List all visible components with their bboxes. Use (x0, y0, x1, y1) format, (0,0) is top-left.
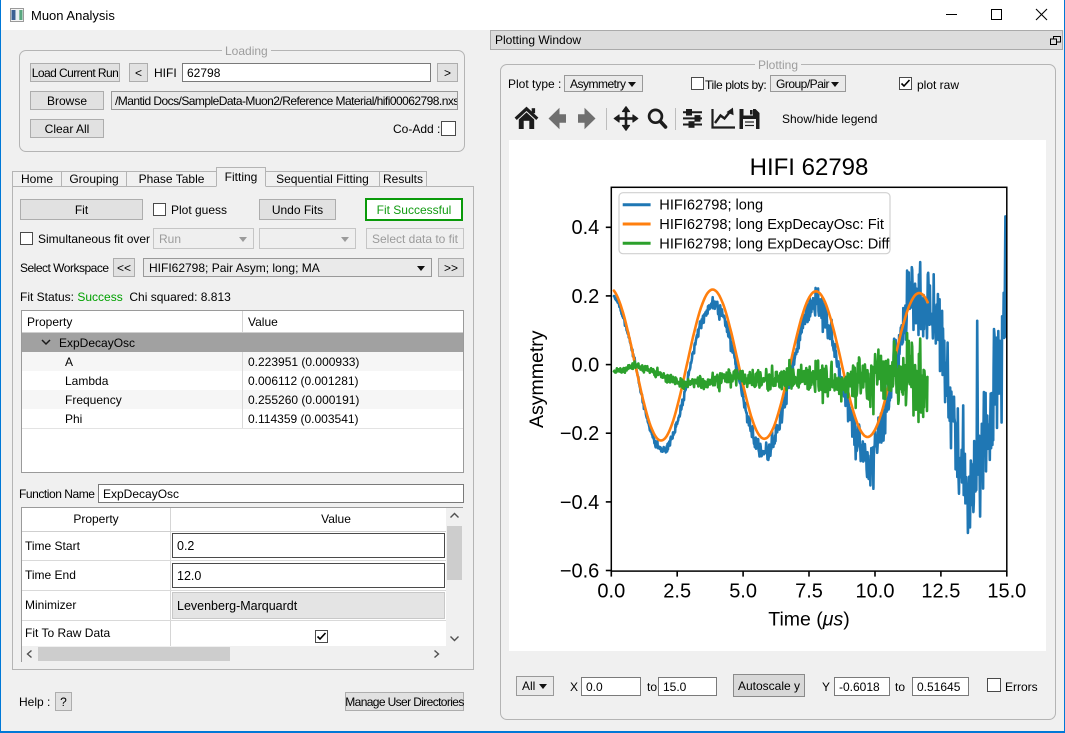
svg-text:HIFI 62798: HIFI 62798 (750, 154, 869, 181)
svg-text:2.5: 2.5 (663, 581, 691, 603)
svg-text:5.0: 5.0 (729, 581, 757, 603)
svg-text:0.0: 0.0 (571, 355, 599, 377)
svg-text:0.2: 0.2 (571, 286, 599, 308)
svg-text:15.0: 15.0 (987, 581, 1026, 603)
svg-text:HIFI62798; long ExpDecayOsc: F: HIFI62798; long ExpDecayOsc: Fit (659, 217, 884, 233)
svg-text:HIFI62798; long: HIFI62798; long (659, 198, 763, 214)
svg-text:−0.6: −0.6 (560, 560, 599, 582)
svg-text:0.4: 0.4 (571, 217, 599, 239)
svg-text:−0.2: −0.2 (560, 423, 599, 445)
svg-text:7.5: 7.5 (795, 581, 823, 603)
svg-text:Time (μs): Time (μs) (768, 609, 849, 631)
svg-text:12.5: 12.5 (921, 581, 960, 603)
svg-text:10.0: 10.0 (856, 581, 895, 603)
svg-text:Asymmetry: Asymmetry (526, 330, 548, 428)
svg-text:0.0: 0.0 (597, 581, 625, 603)
svg-text:HIFI62798; long ExpDecayOsc: D: HIFI62798; long ExpDecayOsc: Diff (659, 236, 890, 252)
svg-text:−0.4: −0.4 (560, 492, 599, 514)
